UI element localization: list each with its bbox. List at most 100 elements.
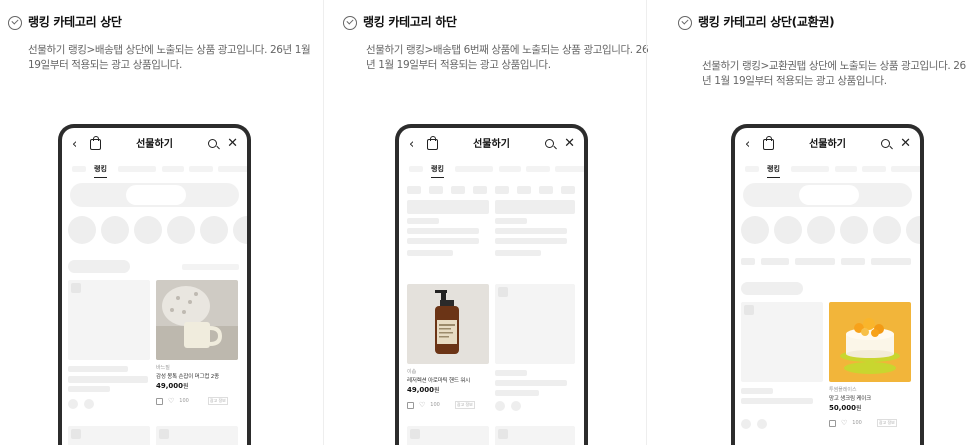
text-placeholder: [407, 218, 439, 224]
nav-title: 선물하기: [136, 139, 173, 150]
heart-icon[interactable]: ♡: [419, 401, 425, 409]
check-circle-icon[interactable]: [343, 16, 357, 30]
tab-placeholder: [162, 166, 184, 172]
product-price: 49,000원: [407, 385, 440, 394]
tab-placeholder: [555, 166, 584, 172]
ad-card-ranking-top: 랭킹 카테고리 상단 선물하기 랭킹>배송탭 상단에 노출되는 상품 광고입니다…: [0, 0, 323, 445]
card-title-row[interactable]: 랭킹 카테고리 상단(교환권): [678, 15, 838, 30]
phone-screen: ‹ 선물하기 ✕ 랭킹: [62, 128, 247, 445]
heart-icon[interactable]: ♡: [841, 419, 847, 427]
text-placeholder: [68, 386, 110, 392]
filter-pill-placeholder: [741, 282, 803, 295]
card-title: 랭킹 카테고리 상단: [28, 15, 122, 29]
tab-bar: 랭킹: [735, 164, 920, 178]
tab-placeholder: [499, 166, 521, 172]
tab-placeholder: [891, 166, 920, 172]
card-title-row[interactable]: 랭킹 카테고리 하단: [343, 15, 543, 30]
app-nav-bar: ‹ 선물하기 ✕: [735, 136, 920, 153]
tab-bar: 랭킹: [399, 164, 584, 178]
product-name[interactable]: 망고 생크림 케이크: [829, 394, 871, 402]
chip-placeholder: [451, 186, 465, 194]
price-unit: 원: [856, 405, 862, 412]
text-placeholder: [407, 228, 479, 234]
cart-icon[interactable]: [829, 419, 836, 427]
check-circle-icon[interactable]: [8, 16, 22, 30]
chip-placeholder: [517, 186, 531, 194]
category-circle-placeholder: [741, 216, 769, 244]
product-actions: ♡ 100 광고 정보: [407, 401, 475, 409]
filter-pill-placeholder: [68, 260, 130, 273]
category-circle-placeholder: [774, 216, 802, 244]
tab-bar: 랭킹: [62, 164, 247, 178]
text-placeholder: [495, 218, 527, 224]
banner-placeholder: [407, 200, 489, 214]
chip-placeholder: [407, 186, 421, 194]
phone-mockup: ‹ 선물하기 ✕ 랭킹: [58, 124, 251, 445]
heart-icon[interactable]: ♡: [168, 397, 174, 405]
product-name[interactable]: 레저렉션 아로마틱 핸드 워시: [407, 376, 470, 384]
search-icon: [545, 139, 554, 148]
image-badge-placeholder: [744, 305, 754, 315]
text-placeholder: [182, 264, 239, 270]
ad-info-badge[interactable]: 광고 정보: [207, 397, 228, 405]
icon-placeholder: [84, 399, 94, 409]
tab-placeholder: [862, 166, 886, 172]
text-placeholder: [495, 238, 567, 244]
segment-selected-placeholder: [126, 185, 186, 205]
close-icon: ✕: [564, 136, 575, 151]
tab-ranking: 랭킹: [94, 165, 107, 178]
ad-info-badge[interactable]: 광고 정보: [876, 419, 897, 427]
chip-placeholder: [741, 258, 755, 265]
check-circle-icon[interactable]: [678, 16, 692, 30]
text-placeholder: [741, 388, 773, 394]
image-badge-placeholder: [71, 429, 81, 439]
product-brand: 이솝: [407, 369, 417, 375]
category-circle-placeholder: [807, 216, 835, 244]
tab-placeholder: [409, 166, 423, 172]
chip-placeholder: [495, 186, 509, 194]
phone-mockup: ‹ 선물하기 ✕ 랭킹: [731, 124, 924, 445]
text-placeholder: [407, 250, 453, 256]
tab-placeholder: [745, 166, 759, 172]
tab-placeholder: [218, 166, 247, 172]
product-name[interactable]: 감성 몽톡 손잡이 머그컵 2종: [156, 372, 219, 380]
category-circle-placeholder: [167, 216, 195, 244]
card-title: 랭킹 카테고리 상단(교환권): [698, 15, 835, 29]
tab-ranking: 랭킹: [767, 165, 780, 178]
image-badge-placeholder: [498, 429, 508, 439]
chip-placeholder: [795, 258, 835, 265]
category-circle-placeholder: [873, 216, 901, 244]
search-icon: [208, 139, 217, 148]
text-placeholder: [495, 370, 527, 376]
icon-placeholder: [511, 401, 521, 411]
card-title-row[interactable]: 랭킹 카테고리 상단: [8, 15, 208, 30]
product-image[interactable]: [407, 284, 489, 364]
text-placeholder: [495, 380, 567, 386]
text-placeholder: [495, 390, 539, 396]
chip-placeholder: [841, 258, 865, 265]
product-price: 49,000원: [156, 381, 189, 390]
text-placeholder: [407, 238, 479, 244]
chip-placeholder: [561, 186, 575, 194]
ad-info-badge[interactable]: 광고 정보: [454, 401, 475, 409]
tab-placeholder: [791, 166, 829, 172]
product-image[interactable]: [156, 280, 238, 360]
card-description: 선물하기 랭킹>배송탭 상단에 노출되는 상품 광고입니다. 26년 1월 19…: [28, 44, 311, 71]
product-actions: ♡ 100 광고 정보: [156, 397, 228, 405]
text-placeholder: [741, 398, 813, 404]
nav-title: 선물하기: [473, 139, 510, 150]
card-description: 선물하기 랭킹>교환권탭 상단에 노출되는 상품 광고입니다. 26년 1월 1…: [702, 60, 966, 87]
cart-icon[interactable]: [156, 397, 163, 405]
like-count: 100: [852, 420, 862, 426]
product-brand: 투썸플레이스: [829, 387, 857, 393]
image-badge-placeholder: [71, 283, 81, 293]
category-circle-placeholder: [134, 216, 162, 244]
cart-icon[interactable]: [407, 401, 414, 409]
tab-placeholder: [835, 166, 857, 172]
tab-placeholder: [72, 166, 86, 172]
mug-photo: [156, 280, 238, 360]
chip-placeholder: [473, 186, 487, 194]
product-image[interactable]: [829, 302, 911, 382]
product-brand: 바느질: [156, 365, 170, 371]
icon-placeholder: [757, 419, 767, 429]
